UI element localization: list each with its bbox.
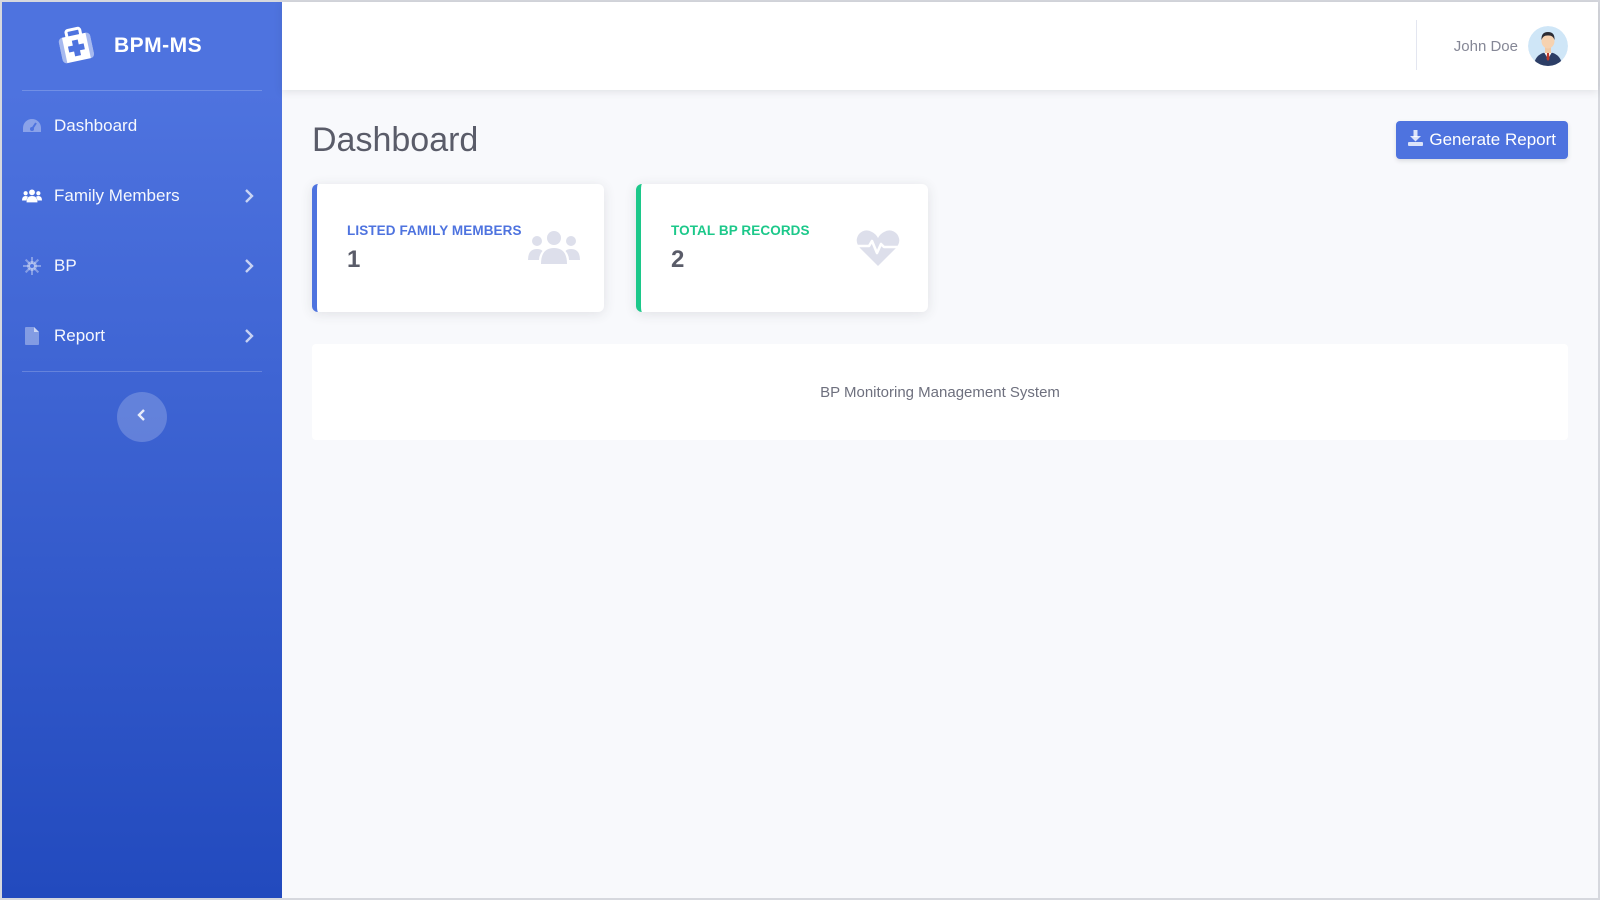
stat-card-body: LISTED FAMILY MEMBERS 1 [347,223,522,274]
content-area: Dashboard Generate Report LISTED FAMILY … [282,90,1598,440]
users-icon [22,186,42,206]
stat-card-value: 2 [671,245,685,273]
users-icon [528,228,580,268]
stat-card-family-members[interactable]: LISTED FAMILY MEMBERS 1 [312,184,604,312]
stat-card-title: TOTAL BP RECORDS [671,222,810,238]
generate-report-label: Generate Report [1429,130,1556,149]
sidebar-item-label: BP [54,256,77,275]
system-banner: BP Monitoring Management System [312,344,1568,440]
sidebar-item-label: Family Members [54,186,180,205]
sidebar-item-label: Dashboard [54,116,138,135]
system-name: BP Monitoring Management System [820,383,1060,401]
chevron-right-icon [242,189,256,203]
sidebar-divider [22,371,262,372]
page-title: Dashboard [312,120,479,159]
generate-report-button[interactable]: Generate Report [1396,121,1568,159]
medical-kit-icon [52,22,100,70]
app-window: BPM-MS Dashboard Family Members BP Repor… [0,0,1600,900]
sidebar-item-dashboard[interactable]: Dashboard [2,91,282,161]
brand[interactable]: BPM-MS [2,2,282,90]
chevron-right-icon [242,259,256,273]
topbar-divider [1416,20,1417,70]
stat-card-bp-records[interactable]: TOTAL BP RECORDS 2 [636,184,928,312]
main-content: John Doe Dashboard Generate Report LISTE… [282,2,1598,898]
file-icon [22,326,42,346]
sidebar-item-bp[interactable]: BP [2,231,282,301]
sidebar: BPM-MS Dashboard Family Members BP Repor… [2,2,282,898]
heartbeat-icon [852,228,904,268]
user-name[interactable]: John Doe [1454,38,1518,55]
download-icon [1408,129,1424,151]
gear-icon [22,256,42,276]
tachometer-icon [22,116,42,136]
sidebar-item-label: Report [54,326,106,345]
brand-name: BPM-MS [114,34,203,57]
stat-card-title: LISTED FAMILY MEMBERS [347,222,522,238]
chevron-right-icon [242,329,256,343]
chevron-left-icon [137,408,147,426]
stat-cards: LISTED FAMILY MEMBERS 1 TOTAL BP RECORDS… [312,184,1568,312]
sidebar-toggle-button[interactable] [117,392,167,442]
topbar: John Doe [282,2,1598,90]
stat-card-body: TOTAL BP RECORDS 2 [671,223,810,274]
user-avatar[interactable] [1528,26,1568,66]
stat-card-value: 1 [347,245,361,273]
heading-row: Dashboard Generate Report [312,118,1568,162]
sidebar-item-report[interactable]: Report [2,301,282,371]
sidebar-item-family-members[interactable]: Family Members [2,161,282,231]
